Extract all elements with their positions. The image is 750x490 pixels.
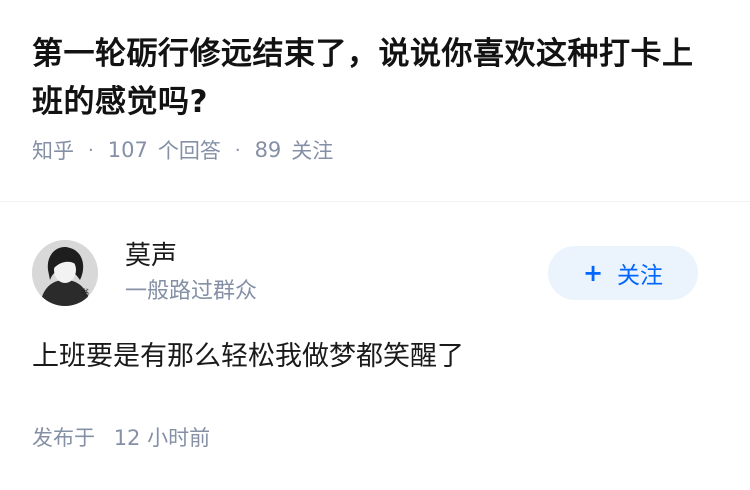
author-row: 书 莫声 一般路过群众 + 关注: [32, 235, 718, 311]
answer-count: 107: [107, 138, 148, 162]
publish-time: 12 小时前: [113, 426, 211, 450]
svg-text:书: 书: [80, 288, 89, 299]
follow-button-label: 关注: [617, 263, 664, 289]
follow-button[interactable]: + 关注: [548, 246, 698, 300]
question-title[interactable]: 第一轮砺行修远结束了，说说你喜欢这种打卡上班的感觉吗?: [32, 30, 718, 126]
answer-card: 书 莫声 一般路过群众 + 关注 上班要是有那么轻松我做梦都笑醒了 发布于 12…: [0, 202, 750, 452]
publish-prefix: 发布于: [32, 426, 95, 450]
author-name[interactable]: 莫声: [125, 238, 257, 274]
question-header: 第一轮砺行修远结束了，说说你喜欢这种打卡上班的感觉吗? 知乎 · 107 个回答…: [0, 0, 750, 171]
publish-info: 发布于 12 小时前: [32, 422, 718, 452]
avatar[interactable]: 书: [32, 240, 98, 306]
separator-dot: ·: [88, 139, 94, 161]
author-info: 莫声 一般路过群众: [125, 238, 257, 308]
answer-content[interactable]: 上班要是有那么轻松我做梦都笑醒了: [32, 337, 718, 377]
author-bio: 一般路过群众: [125, 279, 258, 304]
source-label[interactable]: 知乎: [32, 135, 74, 165]
separator-dot: ·: [234, 139, 241, 161]
question-meta: 知乎 · 107 个回答 · 89 关注: [32, 135, 718, 165]
answer-count-label[interactable]: 个回答: [158, 135, 221, 165]
follower-count: 89: [254, 138, 282, 162]
follower-count-label[interactable]: 关注: [291, 135, 333, 165]
plus-icon: +: [582, 259, 604, 287]
